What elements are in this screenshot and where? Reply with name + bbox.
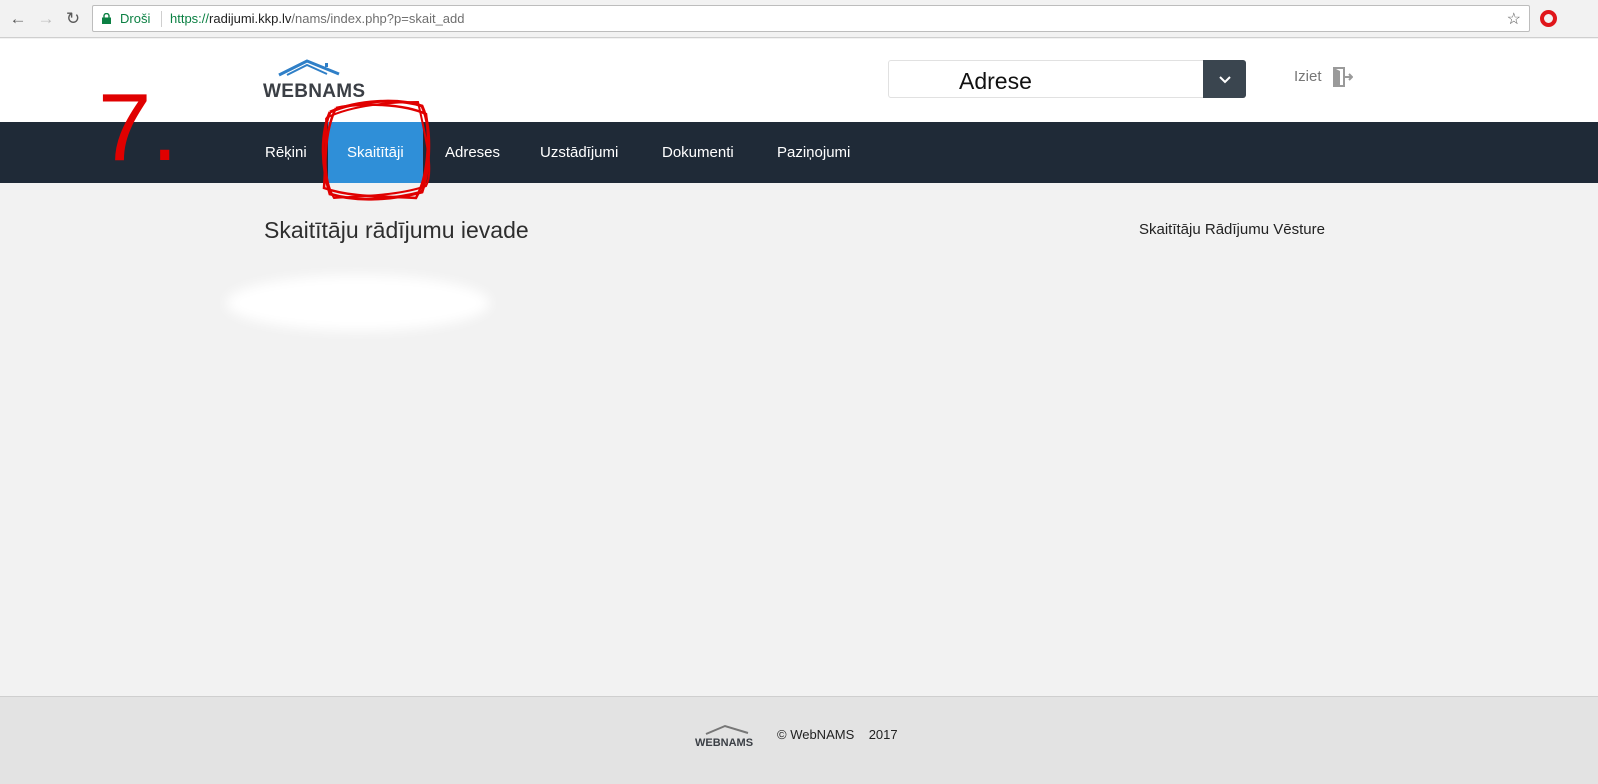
footer-logo: WEBNAMS	[695, 724, 757, 752]
omnibox-divider	[161, 11, 162, 27]
back-arrow-icon[interactable]: ←	[8, 9, 28, 29]
logout-icon[interactable]	[1333, 67, 1353, 87]
roof-icon	[278, 59, 340, 77]
footer-logo-text: WEBNAMS	[695, 737, 754, 749]
chevron-down-icon	[1218, 76, 1231, 84]
address-select[interactable]: Adrese	[888, 60, 1246, 98]
main-nav: Rēķini Skaitītāji Adreses Uzstādījumi Do…	[0, 122, 1598, 183]
url-scheme: https://	[170, 11, 210, 26]
url-text: https://radijumi.kkp.lv/nams/index.php?p…	[170, 11, 465, 26]
nav-item-uzstadijumi[interactable]: Uzstādījumi	[540, 122, 618, 183]
highlight-scribble	[321, 99, 431, 201]
forward-arrow-icon[interactable]: →	[36, 9, 56, 29]
opera-extension-icon[interactable]	[1540, 10, 1557, 27]
redacted-area	[226, 275, 490, 331]
address-select-value: Adrese	[959, 68, 1032, 94]
page-title: Skaitītāju rādījumu ievade	[264, 217, 529, 243]
nav-item-pazinojumi[interactable]: Paziņojumi	[777, 122, 850, 183]
webnams-logo[interactable]: WEBNAMS	[263, 59, 365, 102]
url-host: radijumi.kkp.lv	[209, 11, 292, 26]
address-bar[interactable]: Droši https://radijumi.kkp.lv/nams/index…	[92, 5, 1530, 32]
nav-item-dokumenti[interactable]: Dokumenti	[662, 122, 734, 183]
address-dropdown-button[interactable]	[1203, 60, 1246, 98]
lock-icon	[102, 13, 111, 24]
bookmark-star-icon[interactable]: ☆	[1507, 9, 1521, 29]
logout-link[interactable]: Iziet	[1294, 68, 1322, 85]
step-annotation: 7.	[98, 74, 179, 181]
nav-item-rekini[interactable]: Rēķini	[265, 122, 307, 183]
secure-label: Droši	[120, 11, 151, 26]
nav-item-adreses[interactable]: Adreses	[445, 122, 500, 183]
reload-icon[interactable]: ↻	[63, 9, 83, 29]
browser-toolbar: ← → ↻ Droši https://radijumi.kkp.lv/nams…	[0, 0, 1598, 38]
copyright-text: © WebNAMS 2017	[777, 727, 898, 742]
site-header: WEBNAMS Adrese Iziet	[0, 39, 1598, 122]
meter-history-link[interactable]: Skaitītāju Rādījumu Vēsture	[1139, 221, 1325, 238]
footer: WEBNAMS © WebNAMS 2017	[0, 696, 1598, 784]
url-path: /nams/index.php?p=skait_add	[291, 11, 465, 26]
footer-roof-icon	[705, 724, 749, 735]
